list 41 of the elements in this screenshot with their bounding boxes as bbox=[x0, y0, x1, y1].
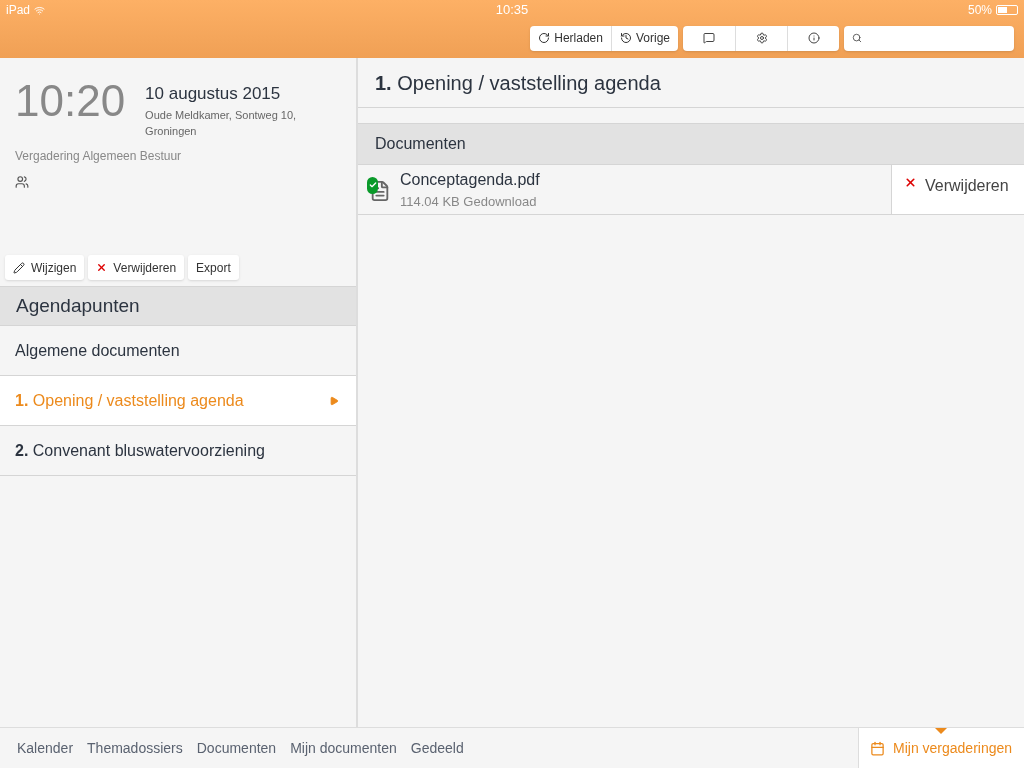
toolbar-button[interactable]: Vorige bbox=[610, 25, 678, 51]
agenda-heading: Agendapunten bbox=[0, 286, 356, 326]
battery-icon bbox=[996, 5, 1018, 15]
meeting-date: 10 augustus 2015 bbox=[145, 83, 282, 105]
history-icon bbox=[619, 32, 632, 44]
nav-link[interactable]: Documenten bbox=[196, 737, 277, 759]
reload-icon bbox=[538, 32, 551, 44]
delete-button[interactable]: Verwijderen bbox=[88, 255, 185, 280]
cross-icon bbox=[96, 262, 108, 273]
device-name: iPad bbox=[6, 2, 31, 19]
document-name[interactable]: Conceptagenda.pdf bbox=[400, 167, 540, 192]
cross-icon bbox=[904, 176, 917, 189]
wifi-icon bbox=[34, 4, 46, 16]
info-icon bbox=[807, 32, 820, 44]
edit-button[interactable]: Wijzigen bbox=[5, 255, 85, 280]
document-info: 114.04 KB Gedownload bbox=[400, 192, 538, 211]
nav-link[interactable]: Gedeeld bbox=[410, 737, 464, 759]
search-field[interactable] bbox=[844, 25, 1014, 51]
search-icon bbox=[852, 33, 862, 43]
nav-link[interactable]: Mijn documenten bbox=[290, 737, 397, 759]
meeting-location: Oude Meldkamer, Sontweg 10, Groningen bbox=[145, 107, 298, 139]
delete-document-button[interactable]: Verwijderen bbox=[891, 165, 1024, 214]
nav-link[interactable]: Kalender bbox=[17, 737, 74, 759]
pencil-icon bbox=[13, 261, 25, 274]
document-icon bbox=[369, 179, 391, 202]
battery-percentage: 50% bbox=[968, 2, 992, 19]
people-icon bbox=[15, 174, 29, 189]
nav-link[interactable]: Themadossiers bbox=[87, 737, 183, 759]
toolbar-button[interactable]: Herladen bbox=[530, 25, 611, 51]
settings-icon bbox=[755, 32, 768, 44]
plain-button[interactable]: Export bbox=[188, 255, 239, 280]
speech-bubble-icon bbox=[703, 32, 715, 44]
meeting-time: 10:20 bbox=[15, 78, 126, 127]
selection-pointer-icon bbox=[935, 728, 947, 734]
section-heading: Documenten bbox=[358, 123, 1024, 165]
agenda-item[interactable]: 2. Convenant bluswatervoorziening bbox=[0, 426, 356, 476]
clock: 10:35 bbox=[495, 1, 529, 20]
detail-title: 1. Opening / vaststelling agenda bbox=[375, 70, 661, 96]
calendar-icon bbox=[870, 740, 885, 756]
meeting-title: Vergadering Algemeen Bestuur bbox=[15, 147, 183, 165]
play-icon bbox=[329, 395, 339, 406]
